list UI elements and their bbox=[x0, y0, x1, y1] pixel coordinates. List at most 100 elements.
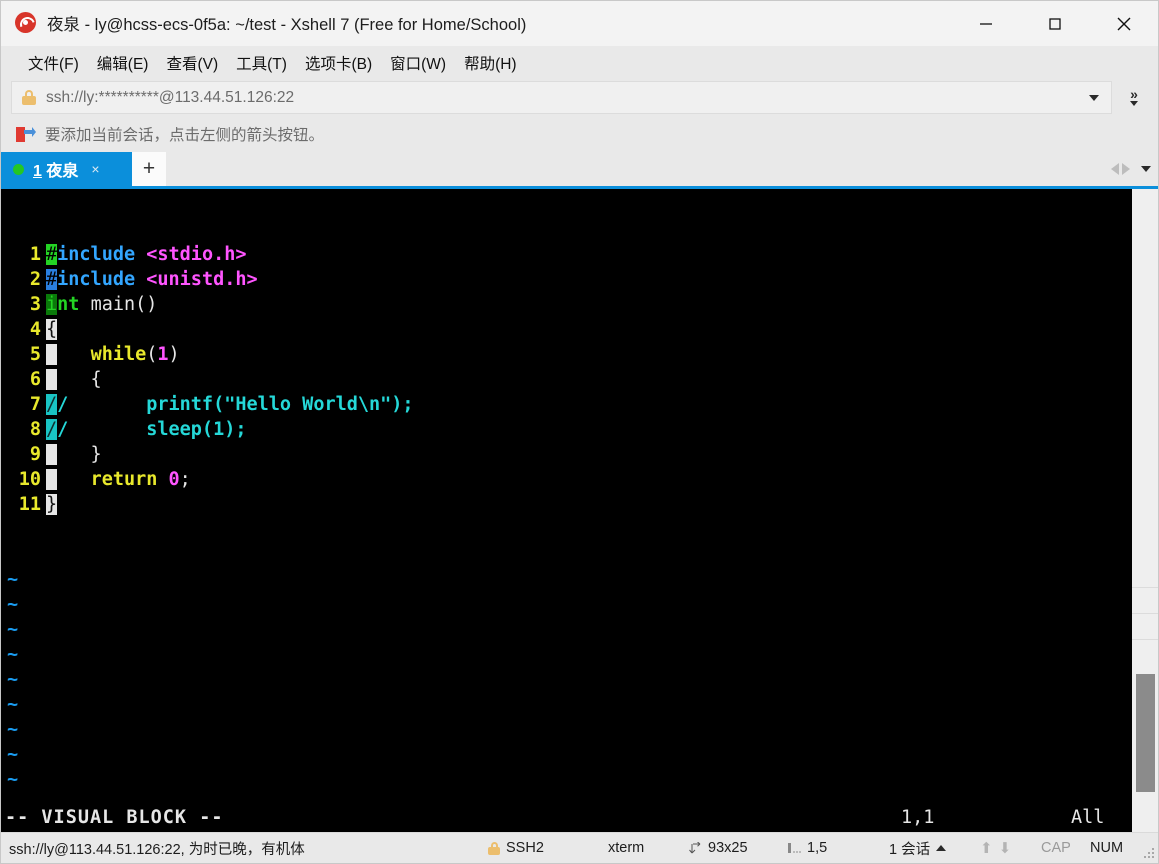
vim-empty-line: ~ bbox=[1, 717, 1131, 742]
status-size-label: 93x25 bbox=[708, 840, 748, 856]
menu-tools[interactable]: 工具(T) bbox=[227, 48, 296, 78]
scrollbar-thumb[interactable] bbox=[1136, 674, 1155, 792]
status-terminal-type: xterm bbox=[608, 840, 644, 856]
menu-view[interactable]: 查看(V) bbox=[157, 48, 227, 78]
tilde-marker: ~ bbox=[7, 569, 19, 590]
vim-empty-line: ~ bbox=[1, 617, 1131, 642]
lock-icon bbox=[22, 90, 36, 105]
vim-buffer: 1 #include <stdio.h> 2 #include <unistd.h> 3… bbox=[1, 242, 1131, 517]
terminal-scrollbar[interactable] bbox=[1131, 189, 1158, 832]
notification-text: 要添加当前会话，点击左侧的箭头按钮。 bbox=[45, 127, 325, 144]
vim-line-number: 3 bbox=[29, 294, 41, 315]
triangle-up-icon[interactable] bbox=[936, 845, 947, 851]
vim-empty-line: ~ bbox=[1, 592, 1131, 617]
vim-line-content: #include <unistd.h> bbox=[46, 269, 258, 290]
vim-mode-indicator: -- VISUAL BLOCK -- bbox=[5, 806, 224, 828]
menu-bar: 文件(F) 编辑(E) 查看(V) 工具(T) 选项卡(B) 窗口(W) 帮助(… bbox=[1, 46, 1158, 79]
notification-bar: 要添加当前会话，点击左侧的箭头按钮。 bbox=[1, 116, 1158, 152]
chevron-down-icon bbox=[1089, 94, 1099, 101]
vim-empty-line: ~ bbox=[1, 567, 1131, 592]
vim-empty-line: ~ bbox=[1, 667, 1131, 692]
vim-line-content: { bbox=[46, 367, 102, 392]
vim-line-content: } bbox=[46, 442, 102, 467]
vim-status-line: -- VISUAL BLOCK -- 1,1 All bbox=[1, 802, 1131, 832]
vim-line-content: #include <stdio.h> bbox=[46, 244, 247, 265]
maximize-button[interactable] bbox=[1020, 1, 1089, 46]
vim-line: 7// printf("Hello World\n"); bbox=[1, 392, 1131, 417]
status-terminal-type-label: xterm bbox=[608, 840, 645, 856]
vim-line-number: 11 bbox=[18, 494, 41, 515]
cursor-position-icon bbox=[788, 842, 801, 853]
resize-grip-icon[interactable] bbox=[1142, 848, 1155, 861]
tab-session-1[interactable]: 1 夜泉 × bbox=[1, 152, 132, 186]
triangle-left-icon[interactable] bbox=[1111, 163, 1119, 175]
new-tab-button[interactable]: + bbox=[132, 152, 166, 186]
vim-line-content: // sleep(1); bbox=[46, 419, 247, 440]
tab-bar: 1 夜泉 × + bbox=[1, 152, 1158, 186]
resize-icon bbox=[689, 841, 701, 853]
vim-line: 10 return 0; bbox=[1, 467, 1131, 492]
tilde-marker: ~ bbox=[7, 619, 19, 640]
title-bar: 夜泉 - ly@hcss-ecs-0f5a: ~/test - Xshell 7… bbox=[1, 1, 1158, 46]
vim-line-content: } bbox=[46, 494, 58, 515]
vim-line-number: 2 bbox=[29, 269, 41, 290]
tab-close-icon[interactable]: × bbox=[91, 162, 99, 176]
address-dropdown-button[interactable] bbox=[1077, 82, 1111, 113]
toolbar-overflow: » bbox=[1112, 79, 1156, 116]
vim-scroll-indicator: All bbox=[1071, 806, 1105, 828]
tilde-marker: ~ bbox=[7, 669, 19, 690]
status-transfer: ⬆ ⬇ bbox=[980, 839, 1011, 857]
vim-line-number: 5 bbox=[29, 344, 41, 365]
menu-edit[interactable]: 编辑(E) bbox=[88, 48, 158, 78]
vim-line: 6 { bbox=[1, 367, 1131, 392]
status-sessions-label: 1 会话 bbox=[889, 841, 931, 858]
vim-empty-lines: ~~~~~~~~~~~~~ bbox=[1, 567, 1131, 832]
vim-empty-line: ~ bbox=[1, 692, 1131, 717]
arrow-up-icon: ⬆ bbox=[980, 840, 993, 857]
lock-icon bbox=[488, 841, 500, 855]
minimize-button[interactable] bbox=[951, 1, 1020, 46]
menu-help[interactable]: 帮助(H) bbox=[455, 48, 526, 78]
status-caps-lock-label: CAP bbox=[1041, 840, 1071, 856]
status-protocol: SSH2 bbox=[488, 840, 544, 856]
status-sessions[interactable]: 1 会话 bbox=[889, 838, 947, 859]
tab-number: 1 bbox=[33, 163, 42, 180]
tilde-marker: ~ bbox=[7, 719, 19, 740]
tab-title: 夜泉 bbox=[46, 163, 79, 180]
triangle-right-icon[interactable] bbox=[1122, 163, 1130, 175]
vim-empty-line: ~ bbox=[1, 742, 1131, 767]
status-size: 93x25 bbox=[689, 840, 748, 856]
menu-window[interactable]: 窗口(W) bbox=[381, 48, 455, 78]
vim-line-content: int main() bbox=[46, 294, 158, 315]
status-cursor-label: 1,5 bbox=[807, 840, 828, 856]
close-button[interactable] bbox=[1089, 1, 1158, 46]
vim-line: 2 #include <unistd.h> bbox=[1, 267, 1131, 292]
toolbar-overflow-menu-icon[interactable] bbox=[1130, 101, 1138, 106]
tilde-marker: ~ bbox=[7, 769, 19, 790]
tilde-marker: ~ bbox=[7, 744, 19, 765]
window-controls bbox=[951, 1, 1158, 46]
window-title: 夜泉 - ly@hcss-ecs-0f5a: ~/test - Xshell 7… bbox=[47, 16, 527, 34]
vim-line: 5 while(1) bbox=[1, 342, 1131, 367]
vim-line-content: return 0; bbox=[46, 467, 191, 492]
vim-line: 3 int main() bbox=[1, 292, 1131, 317]
vim-line-content: // printf("Hello World\n"); bbox=[46, 394, 414, 415]
menu-tabs[interactable]: 选项卡(B) bbox=[296, 48, 381, 78]
terminal-area: 1 #include <stdio.h> 2 #include <unistd.h> 3… bbox=[1, 186, 1158, 832]
vim-cursor-position: 1,1 bbox=[901, 806, 935, 828]
vim-line-number: 6 bbox=[29, 369, 41, 390]
address-bar-row: ssh://ly:**********@113.44.51.126:22 » bbox=[1, 79, 1158, 201]
tab-list-chevron-down-icon[interactable] bbox=[1141, 166, 1151, 172]
vim-line-number: 10 bbox=[18, 469, 41, 490]
menu-file[interactable]: 文件(F) bbox=[19, 48, 88, 78]
double-chevron-right-icon[interactable]: » bbox=[1130, 87, 1138, 101]
status-cursor: 1,5 bbox=[787, 840, 827, 856]
vim-empty-line: ~ bbox=[1, 767, 1131, 792]
vim-line-number: 4 bbox=[29, 319, 41, 340]
vim-line-number: 8 bbox=[29, 419, 41, 440]
address-input[interactable]: ssh://ly:**********@113.44.51.126:22 bbox=[11, 81, 1112, 114]
tab-nav-controls bbox=[1111, 152, 1158, 186]
tilde-marker: ~ bbox=[7, 594, 19, 615]
status-protocol-label: SSH2 bbox=[506, 840, 544, 856]
terminal-screen[interactable]: 1 #include <stdio.h> 2 #include <unistd.h> 3… bbox=[1, 189, 1131, 832]
